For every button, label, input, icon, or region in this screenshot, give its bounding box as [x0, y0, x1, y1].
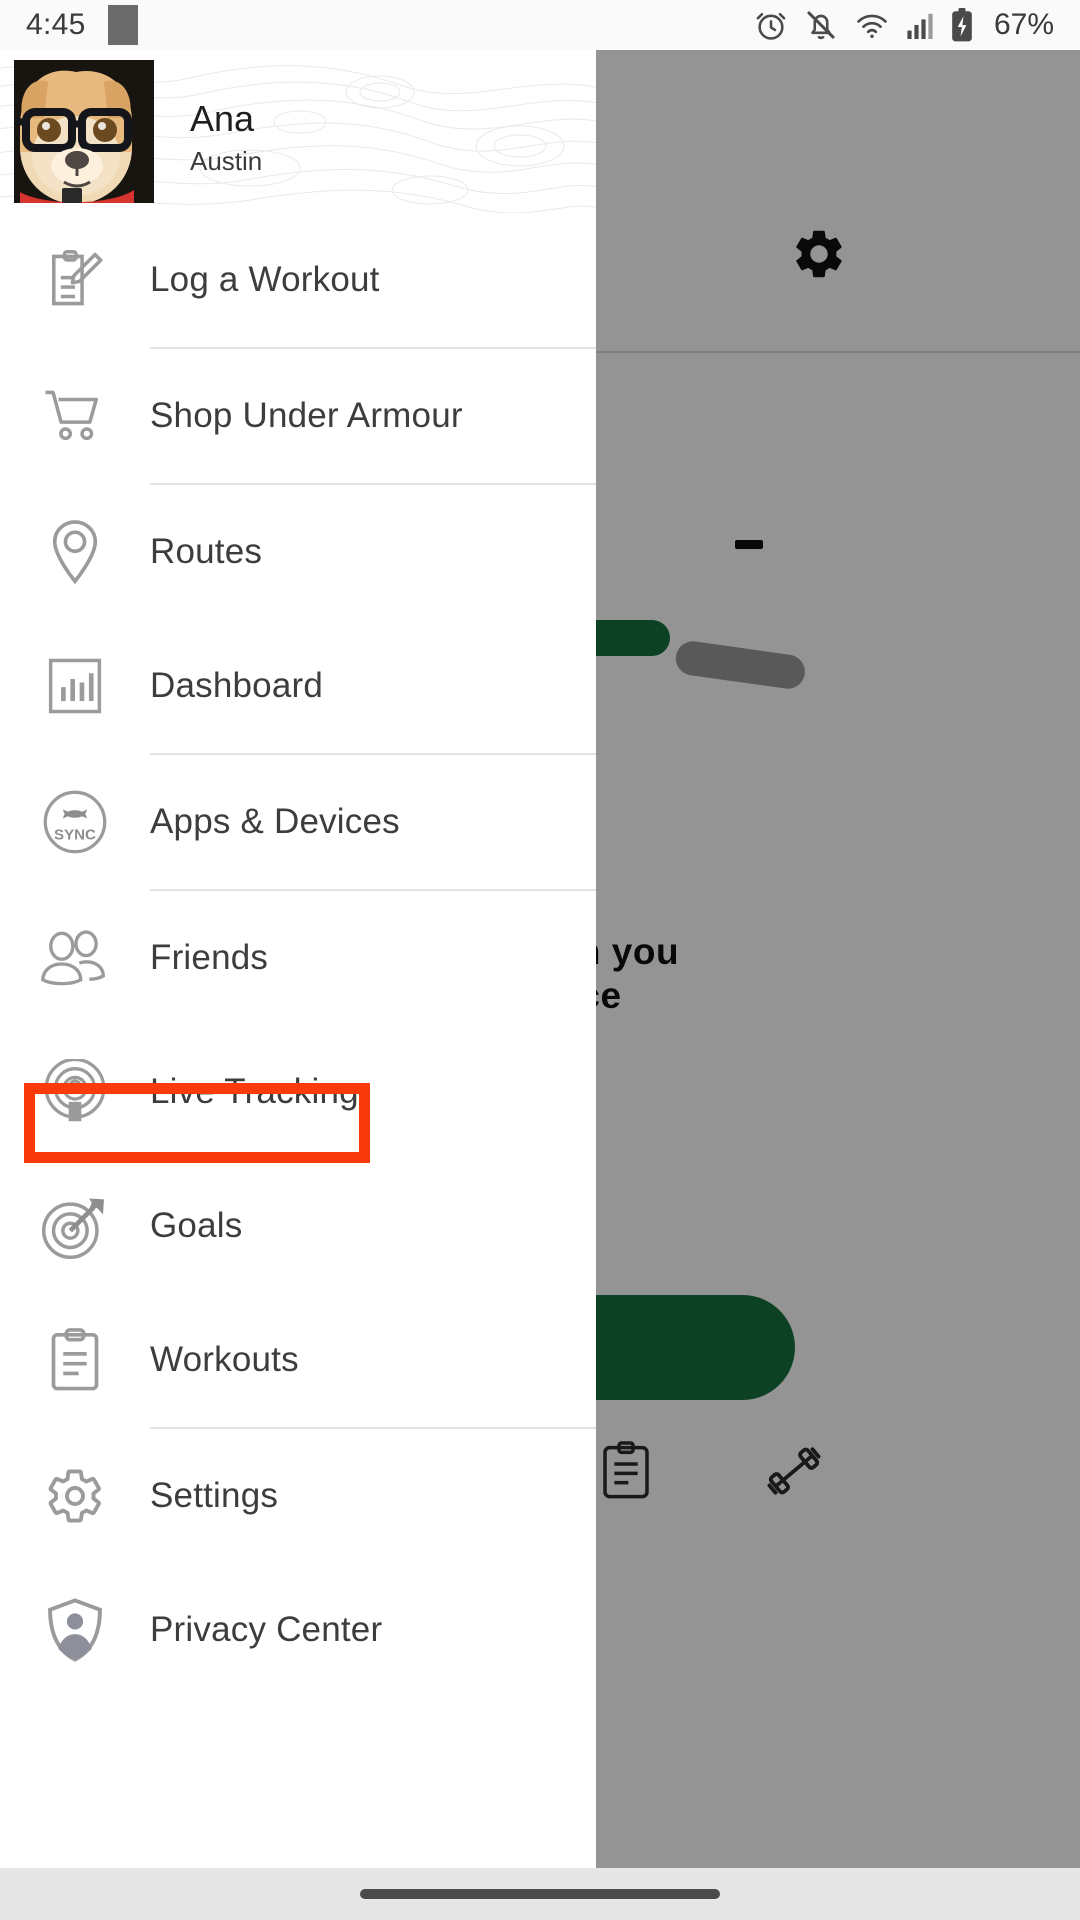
menu-item-label: Settings [150, 1476, 279, 1515]
shopping-cart-icon [0, 387, 150, 445]
menu-item-label: Live Tracking [150, 1072, 359, 1111]
dumbbell-tab-icon[interactable] [762, 1440, 826, 1507]
menu-item-friends[interactable]: Friends [0, 891, 596, 1025]
friends-icon [0, 930, 150, 986]
ua-sync-icon: SYNC [0, 789, 150, 855]
menu-item-label: Privacy Center [150, 1610, 383, 1649]
menu-item-log-a-workout[interactable]: Log a Workout [0, 213, 596, 347]
home-indicator-pill[interactable] [360, 1889, 720, 1899]
background-gray-pill [673, 639, 808, 691]
live-tracking-icon [0, 1059, 150, 1125]
clipboard-icon [0, 1327, 150, 1393]
menu-item-routes[interactable]: Routes [0, 485, 596, 619]
status-bar-icons: 67% [754, 7, 1054, 43]
shield-person-icon [0, 1597, 150, 1663]
menu-item-label: Apps & Devices [150, 802, 400, 841]
svg-text:SYNC: SYNC [54, 827, 96, 844]
avatar[interactable] [14, 60, 154, 203]
menu-item-goals[interactable]: Goals [0, 1159, 596, 1293]
profile-name: Ana [190, 98, 255, 139]
system-nav-bar [0, 1868, 1080, 1920]
battery-charging-icon [950, 7, 974, 43]
menu-item-apps-and-devices[interactable]: SYNC Apps & Devices [0, 755, 596, 889]
gear-icon[interactable] [790, 225, 848, 288]
background-dash-marker [735, 540, 763, 549]
menu-item-label: Shop Under Armour [150, 396, 463, 435]
menu-item-settings[interactable]: Settings [0, 1429, 596, 1563]
battery-percent: 67% [993, 8, 1054, 41]
alarm-icon [754, 8, 788, 42]
notifications-off-icon [804, 8, 838, 42]
cellular-signal-icon [906, 9, 934, 41]
gear-icon [0, 1465, 150, 1527]
navigation-drawer: Ana Austin Log a Workout Shop Under Armo… [0, 50, 596, 1870]
menu-item-privacy-center[interactable]: Privacy Center [0, 1563, 596, 1697]
screen-root: l coach you cadence [0, 0, 1080, 1920]
wifi-icon [854, 8, 890, 42]
menu-item-label: Log a Workout [150, 260, 380, 299]
profile-location: Austin [190, 145, 263, 176]
menu-item-label: Routes [150, 532, 263, 571]
menu-item-label: Friends [150, 938, 269, 977]
status-bar-time: 4:45 [26, 8, 86, 41]
bar-chart-icon [0, 657, 150, 715]
menu-item-shop-under-armour[interactable]: Shop Under Armour [0, 349, 596, 483]
menu-item-live-tracking[interactable]: Live Tracking [0, 1025, 596, 1159]
profile-text: Ana Austin [190, 98, 263, 177]
clipboard-tab-icon[interactable] [598, 1440, 654, 1507]
notification-placeholder-icon [107, 5, 138, 45]
map-pin-icon [0, 519, 150, 585]
menu-item-label: Workouts [150, 1340, 299, 1379]
log-workout-icon [0, 247, 150, 313]
menu-item-label: Dashboard [150, 666, 324, 705]
menu-item-dashboard[interactable]: Dashboard [0, 619, 596, 753]
drawer-header: Ana Austin [0, 50, 596, 213]
status-bar: 4:45 67% [0, 0, 1080, 50]
background-divider [596, 351, 1080, 353]
menu-item-workouts[interactable]: Workouts [0, 1293, 596, 1427]
target-arrow-icon [0, 1193, 150, 1259]
menu-item-label: Goals [150, 1206, 243, 1245]
drawer-menu: Log a Workout Shop Under Armour Routes D… [0, 213, 596, 1697]
